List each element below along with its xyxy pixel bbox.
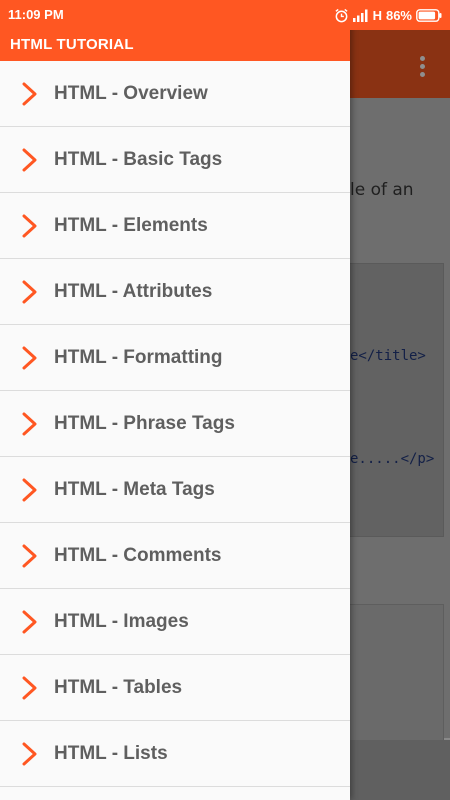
drawer-item-overview[interactable]: HTML - Overview: [0, 61, 350, 127]
drawer-item-label: HTML - Lists: [54, 743, 168, 764]
drawer-item-tables[interactable]: HTML - Tables: [0, 655, 350, 721]
status-bar: 11:09 PM H 86%: [0, 0, 450, 30]
drawer-title: HTML TUTORIAL: [10, 36, 134, 53]
drawer-item-label: HTML - Comments: [54, 545, 222, 566]
drawer-item-label: HTML - Phrase Tags: [54, 413, 235, 434]
drawer-item-images[interactable]: HTML - Images: [0, 589, 350, 655]
chevron-right-icon: [21, 82, 39, 106]
chevron-right-icon: [21, 676, 39, 700]
chevron-right-icon: [21, 148, 39, 172]
drawer-item-attributes[interactable]: HTML - Attributes: [0, 259, 350, 325]
drawer-item-label: HTML - Formatting: [54, 347, 223, 368]
chevron-right-icon: [21, 610, 39, 634]
background-text-fragment: le of an: [350, 180, 414, 200]
drawer-item-lists[interactable]: HTML - Lists: [0, 721, 350, 787]
signal-icon: [352, 9, 369, 22]
chevron-right-icon: [21, 412, 39, 436]
more-vert-icon: [418, 56, 426, 78]
navigation-drawer: HTML TUTORIAL HTML - Overview HTML - Basi…: [0, 0, 350, 800]
drawer-item-meta-tags[interactable]: HTML - Meta Tags: [0, 457, 350, 523]
drawer-item-formatting[interactable]: HTML - Formatting: [0, 325, 350, 391]
drawer-item-label: HTML - Basic Tags: [54, 149, 223, 170]
drawer-menu-list: HTML - Overview HTML - Basic Tags HTML - E…: [0, 61, 350, 787]
chevron-right-icon: [21, 280, 39, 304]
drawer-item-label: HTML - Images: [54, 611, 189, 632]
chevron-right-icon: [21, 742, 39, 766]
chevron-right-icon: [21, 544, 39, 568]
status-icons: H 86%: [334, 6, 442, 24]
chevron-right-icon: [21, 214, 39, 238]
chevron-right-icon: [21, 346, 39, 370]
background-code-block-2: [340, 604, 444, 746]
drawer-item-label: HTML - Attributes: [54, 281, 213, 302]
background-code-line-1: e</title>: [350, 348, 426, 364]
drawer-item-label: HTML - Overview: [54, 83, 208, 104]
alarm-icon: [334, 8, 349, 23]
background-code-block: [340, 263, 444, 537]
drawer-item-label: HTML - Meta Tags: [54, 479, 215, 500]
battery-icon: [416, 8, 442, 22]
background-bottom-bar: [340, 740, 450, 800]
drawer-item-label: HTML - Elements: [54, 215, 208, 236]
network-type: H: [372, 7, 382, 23]
chevron-right-icon: [21, 478, 39, 502]
background-code-line-2: e.....</p>: [350, 451, 435, 467]
drawer-item-comments[interactable]: HTML - Comments: [0, 523, 350, 589]
drawer-item-basic-tags[interactable]: HTML - Basic Tags: [0, 127, 350, 193]
drawer-item-phrase-tags[interactable]: HTML - Phrase Tags: [0, 391, 350, 457]
drawer-item-label: HTML - Tables: [54, 677, 183, 698]
drawer-item-elements[interactable]: HTML - Elements: [0, 193, 350, 259]
status-time: 11:09 PM: [8, 7, 64, 22]
drawer-header: HTML TUTORIAL: [0, 30, 350, 61]
battery-percent: 86%: [385, 7, 412, 23]
